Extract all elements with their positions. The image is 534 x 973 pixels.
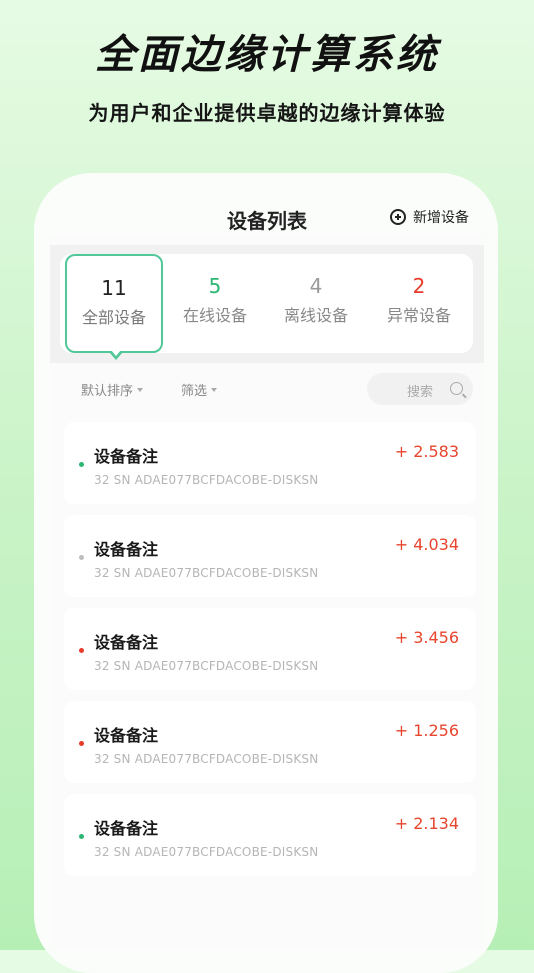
add-device-button[interactable]: 新增设备	[390, 207, 469, 227]
device-name: 设备备注	[94, 819, 159, 838]
device-list-item[interactable]: 设备备注 32 SN ADAE077BCFDACOBE-DISKSN + 3.4…	[64, 608, 476, 690]
stat-label: 离线设备	[283, 306, 348, 325]
device-name: 设备备注	[94, 633, 159, 652]
stat-label: 全部设备	[81, 308, 146, 327]
stat-count: 2	[412, 274, 426, 298]
stat-count: 11	[101, 276, 127, 300]
device-value: + 2.134	[394, 814, 459, 833]
sort-dropdown[interactable]: 默认排序	[81, 380, 144, 399]
caret-down-icon	[137, 387, 144, 392]
device-value: + 1.256	[394, 721, 459, 740]
device-sn: 32 SN ADAE077BCFDACOBE-DISKSN	[94, 845, 319, 859]
stat-label: 异常设备	[386, 306, 451, 325]
search-input[interactable]: 搜索	[367, 373, 473, 405]
device-list-item[interactable]: 设备备注 32 SN ADAE077BCFDACOBE-DISKSN + 2.1…	[64, 794, 476, 876]
status-dot	[79, 555, 84, 560]
tab-all-devices[interactable]: 11 全部设备	[65, 254, 163, 360]
device-name: 设备备注	[94, 726, 159, 745]
device-value: + 4.034	[394, 535, 459, 554]
device-list-item[interactable]: 设备备注 32 SN ADAE077BCFDACOBE-DISKSN + 2.5…	[64, 422, 476, 504]
status-dot	[79, 648, 84, 653]
device-sn: 32 SN ADAE077BCFDACOBE-DISKSN	[94, 473, 319, 487]
device-list-item[interactable]: 设备备注 32 SN ADAE077BCFDACOBE-DISKSN + 4.0…	[64, 515, 476, 597]
tab-offline-devices[interactable]: 4 离线设备	[267, 254, 365, 353]
caret-down-icon	[211, 387, 218, 392]
status-dot	[79, 834, 84, 839]
device-name: 设备备注	[94, 447, 159, 466]
device-sn: 32 SN ADAE077BCFDACOBE-DISKSN	[94, 659, 319, 673]
device-value: + 2.583	[394, 442, 459, 461]
plus-circle-icon	[390, 209, 406, 225]
tab-online-devices[interactable]: 5 在线设备	[166, 254, 264, 353]
device-sn: 32 SN ADAE077BCFDACOBE-DISKSN	[94, 566, 319, 580]
status-dot	[79, 741, 84, 746]
device-list-item[interactable]: 设备备注 32 SN ADAE077BCFDACOBE-DISKSN + 1.2…	[64, 701, 476, 783]
promo-subtitle: 为用户和企业提供卓越的边缘计算体验	[88, 101, 446, 125]
device-sn: 32 SN ADAE077BCFDACOBE-DISKSN	[94, 752, 319, 766]
filter-bar: 默认排序 筛选 搜索	[50, 373, 484, 410]
search-icon	[450, 382, 463, 395]
stat-count: 5	[208, 274, 222, 298]
add-device-label: 新增设备	[413, 210, 469, 226]
stat-label: 在线设备	[182, 306, 247, 325]
promo-title: 全面边缘计算系统	[95, 32, 439, 78]
sort-label: 默认排序	[81, 384, 134, 399]
tab-abnormal-devices[interactable]: 2 异常设备	[370, 254, 468, 353]
stat-count: 4	[309, 274, 323, 298]
status-dot	[79, 462, 84, 467]
search-placeholder: 搜索	[407, 385, 434, 400]
filter-label: 筛选	[181, 384, 208, 399]
filter-dropdown[interactable]: 筛选	[181, 380, 218, 399]
device-value: + 3.456	[394, 628, 459, 647]
device-name: 设备备注	[94, 540, 159, 559]
